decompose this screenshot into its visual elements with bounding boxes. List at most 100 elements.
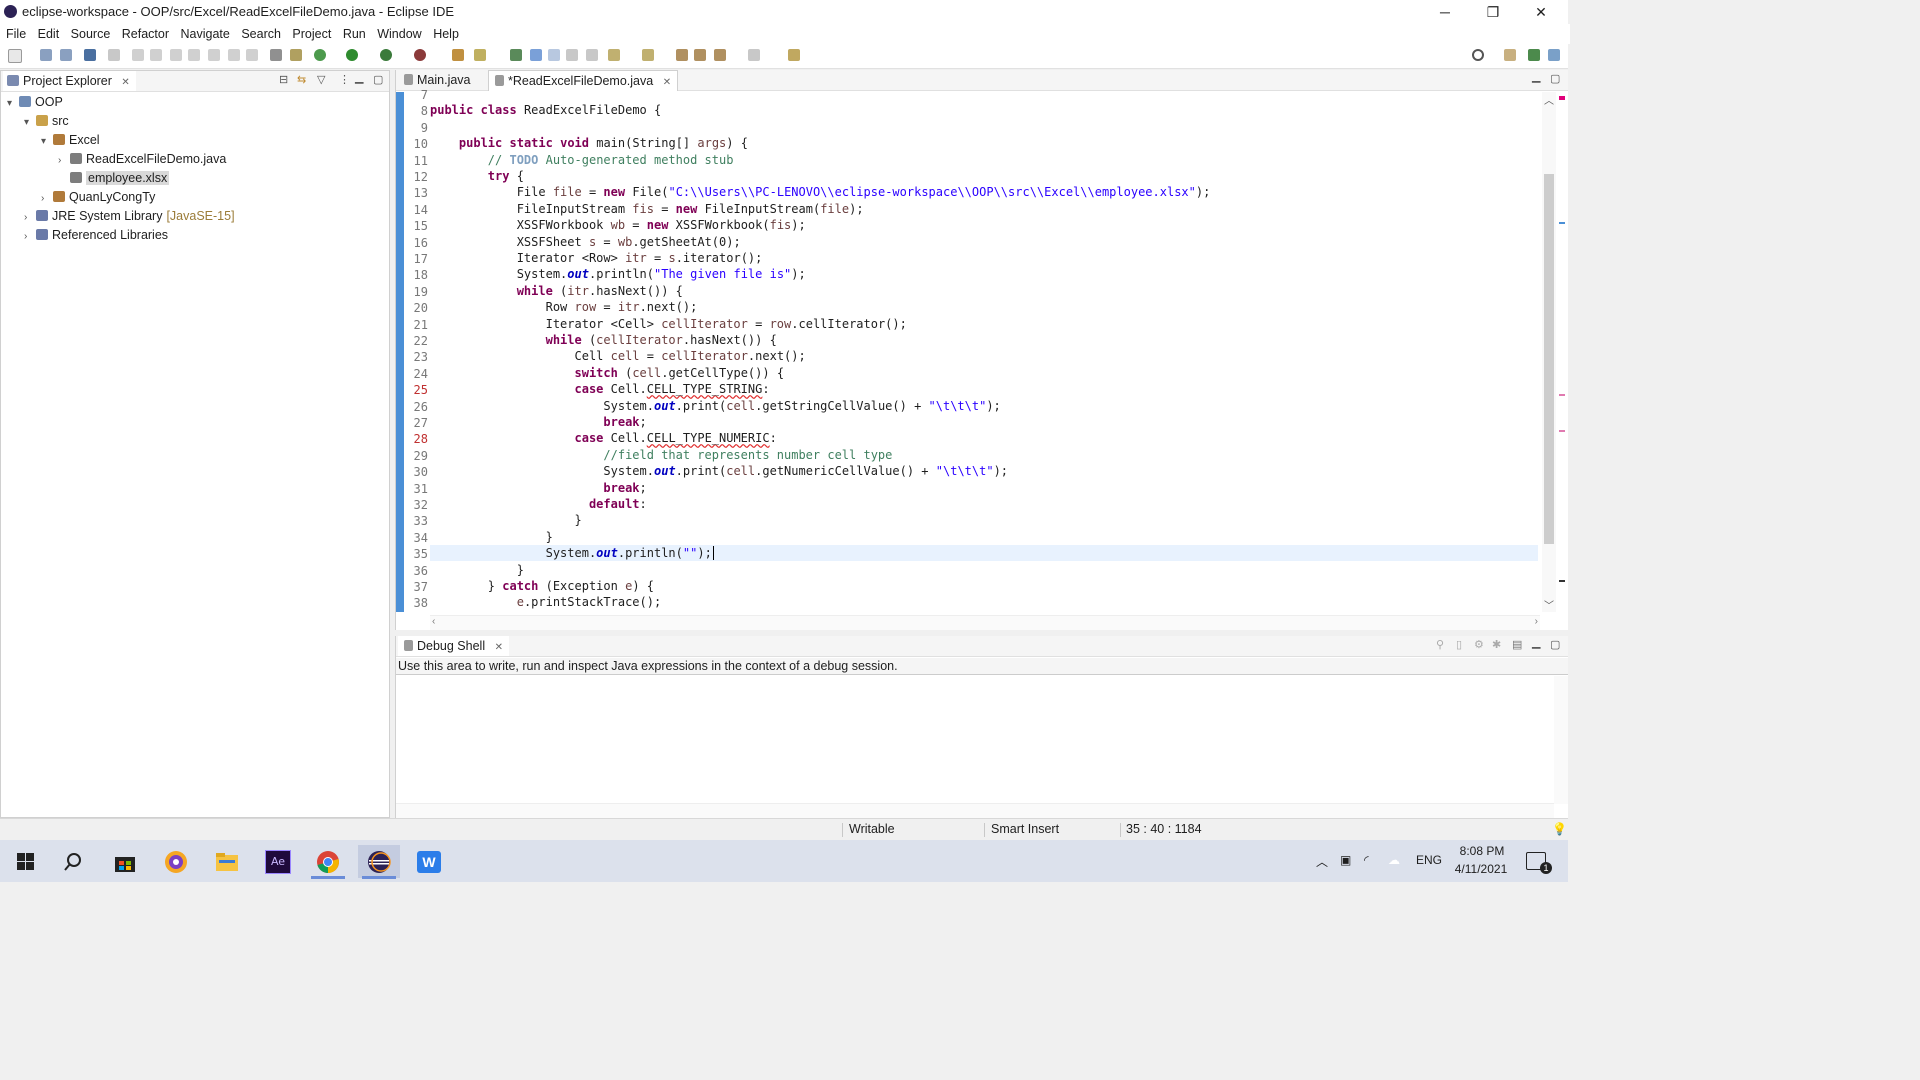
horizontal-scrollbar[interactable]: ‹ › xyxy=(430,615,1540,630)
code-line[interactable]: Iterator <Row> itr = s.iterator(); xyxy=(430,250,1538,266)
tree-item-employee-xlsx[interactable]: employee.xlsx xyxy=(58,169,170,188)
close-button[interactable]: ✕ xyxy=(1518,0,1564,24)
current-line-marker[interactable] xyxy=(1559,580,1565,582)
tree-item-src[interactable]: ▾ src xyxy=(24,112,69,131)
close-tab-icon[interactable]: ✕ xyxy=(121,77,129,88)
filter-icon[interactable]: ▽ xyxy=(317,73,325,86)
code-line[interactable]: File file = new File("C:\\Users\\PC-LENO… xyxy=(430,184,1538,200)
suspend-icon[interactable] xyxy=(150,49,162,61)
code-line[interactable]: System.out.println(""); xyxy=(430,545,1538,562)
link-with-editor-icon[interactable]: ⇆ xyxy=(297,73,306,86)
code-line[interactable]: e.printStackTrace(); xyxy=(430,594,1538,610)
tree-item-readexcelfiledemo-java[interactable]: › ReadExcelFileDemo.java xyxy=(58,150,226,169)
menu-search[interactable]: Search xyxy=(237,24,285,44)
code-line[interactable]: System.out.print(cell.getNumericCellValu… xyxy=(430,463,1538,479)
code-line[interactable]: } xyxy=(430,529,1538,545)
code-line[interactable]: switch (cell.getCellType()) { xyxy=(430,365,1538,381)
code-area[interactable]: public class ReadExcelFileDemo { public … xyxy=(430,92,1538,612)
code-line[interactable]: case Cell.CELL_TYPE_STRING: xyxy=(430,381,1538,397)
load-icon[interactable]: ✱ xyxy=(1492,638,1501,651)
menu-window[interactable]: Window xyxy=(373,24,425,44)
expand-chevron-icon[interactable]: › xyxy=(58,151,68,170)
tab-project-explorer[interactable]: Project Explorer ✕ xyxy=(3,71,136,91)
scroll-thumb[interactable] xyxy=(1544,174,1554,544)
show-hidden-icons[interactable]: ︿ xyxy=(1316,853,1328,870)
save-icon[interactable] xyxy=(40,49,52,61)
menu-navigate[interactable]: Navigate xyxy=(177,24,234,44)
close-tab-icon[interactable]: ✕ xyxy=(495,642,503,653)
code-line[interactable]: break; xyxy=(430,414,1538,430)
pin-editor-icon[interactable] xyxy=(788,49,800,61)
warning-marker[interactable] xyxy=(1559,430,1565,432)
code-line[interactable]: System.out.print(cell.getStringCellValue… xyxy=(430,398,1538,414)
debug-shell-input[interactable] xyxy=(396,676,1554,804)
onedrive-icon[interactable]: ☁ xyxy=(1388,853,1400,867)
clear-icon[interactable]: ▤ xyxy=(1512,638,1522,651)
clock-time[interactable]: 8:08 PM xyxy=(1452,844,1512,858)
inspect-icon[interactable]: ⚲ xyxy=(1436,638,1444,651)
debug-icon[interactable] xyxy=(314,49,326,61)
scroll-left-icon[interactable]: ‹ xyxy=(432,616,435,627)
code-line[interactable]: public static void main(String[] args) { xyxy=(430,135,1538,151)
drop-to-frame-icon[interactable] xyxy=(270,49,282,61)
collapse-all-icon[interactable]: ⊟ xyxy=(279,73,288,86)
tree-item-quanlycongty[interactable]: › QuanLyCongTy xyxy=(41,188,155,207)
open-task-icon[interactable] xyxy=(474,49,486,61)
code-line[interactable]: //field that represents number cell type xyxy=(430,447,1538,463)
code-line[interactable]: while (itr.hasNext()) { xyxy=(430,283,1538,299)
tree-item-referenced-libraries[interactable]: › Referenced Libraries xyxy=(24,226,168,245)
tree-item-excel[interactable]: ▾ Excel xyxy=(41,131,100,150)
code-line[interactable]: break; xyxy=(430,480,1538,496)
disconnect-icon[interactable] xyxy=(188,49,200,61)
code-line[interactable]: Row row = itr.next(); xyxy=(430,299,1538,315)
toggle-mark-occurrences-icon[interactable] xyxy=(530,49,542,61)
execute-icon[interactable]: ⚙ xyxy=(1474,638,1484,651)
search-tool-icon[interactable] xyxy=(510,49,522,61)
tree-item-jre-system-library[interactable]: › JRE System Library [JavaSE-15] xyxy=(24,207,235,226)
browser-icon[interactable] xyxy=(155,845,197,878)
writer-icon[interactable]: W xyxy=(408,845,450,878)
minimize-view-icon[interactable]: ▁ xyxy=(1532,636,1540,649)
minimize-editor-icon[interactable]: ▁ xyxy=(1532,70,1540,83)
block-selection-icon[interactable] xyxy=(566,49,578,61)
collapse-chevron-icon[interactable]: ▾ xyxy=(7,94,17,113)
next-annotation-icon[interactable] xyxy=(608,49,620,61)
maximize-button[interactable]: ❐ xyxy=(1470,0,1516,24)
previous-annotation-icon[interactable] xyxy=(642,49,654,61)
menu-project[interactable]: Project xyxy=(288,24,335,44)
tab-main-java[interactable]: Main.java xyxy=(398,70,477,90)
forward-icon[interactable] xyxy=(748,49,760,61)
show-whitespace-icon[interactable] xyxy=(586,49,598,61)
debug-horizontal-scrollbar[interactable] xyxy=(396,803,1554,818)
minimize-view-icon[interactable]: ▁ xyxy=(355,71,363,84)
coverage-icon[interactable] xyxy=(380,49,392,61)
clock-date[interactable]: 4/11/2021 xyxy=(1448,862,1514,876)
save-all-icon[interactable] xyxy=(60,49,72,61)
tree-item-oop[interactable]: ▾ OOP xyxy=(7,93,63,112)
file-explorer-icon[interactable] xyxy=(206,845,248,878)
code-line[interactable]: default: xyxy=(430,496,1538,512)
expand-chevron-icon[interactable]: › xyxy=(41,189,51,208)
code-line[interactable]: XSSFWorkbook wb = new XSSFWorkbook(fis); xyxy=(430,217,1538,233)
warning-marker[interactable] xyxy=(1559,394,1565,396)
use-step-filters-icon[interactable] xyxy=(290,49,302,61)
external-tools-icon[interactable] xyxy=(414,49,426,61)
scroll-right-icon[interactable]: › xyxy=(1535,616,1538,627)
search-icon[interactable] xyxy=(52,845,94,878)
code-line[interactable]: } catch (Exception e) { xyxy=(430,578,1538,594)
meet-now-icon[interactable]: ▣ xyxy=(1340,853,1351,867)
tip-bulb-icon[interactable]: 💡 xyxy=(1552,822,1567,836)
code-line[interactable]: } xyxy=(430,512,1538,528)
code-line[interactable]: System.out.println("The given file is"); xyxy=(430,266,1538,282)
tab-debug-shell[interactable]: Debug Shell ✕ xyxy=(398,636,509,656)
scroll-up-icon[interactable]: ︿ xyxy=(1544,92,1554,107)
menu-help[interactable]: Help xyxy=(429,24,463,44)
search-icon[interactable] xyxy=(1472,49,1484,61)
maximize-view-icon[interactable]: ▢ xyxy=(373,73,383,86)
debug-perspective-icon[interactable] xyxy=(1548,49,1560,61)
maximize-view-icon[interactable]: ▢ xyxy=(1550,638,1560,651)
scroll-down-icon[interactable]: ﹀ xyxy=(1544,597,1554,612)
menu-refactor[interactable]: Refactor xyxy=(118,24,173,44)
step-into-icon[interactable] xyxy=(208,49,220,61)
java-perspective-icon[interactable] xyxy=(1528,49,1540,61)
